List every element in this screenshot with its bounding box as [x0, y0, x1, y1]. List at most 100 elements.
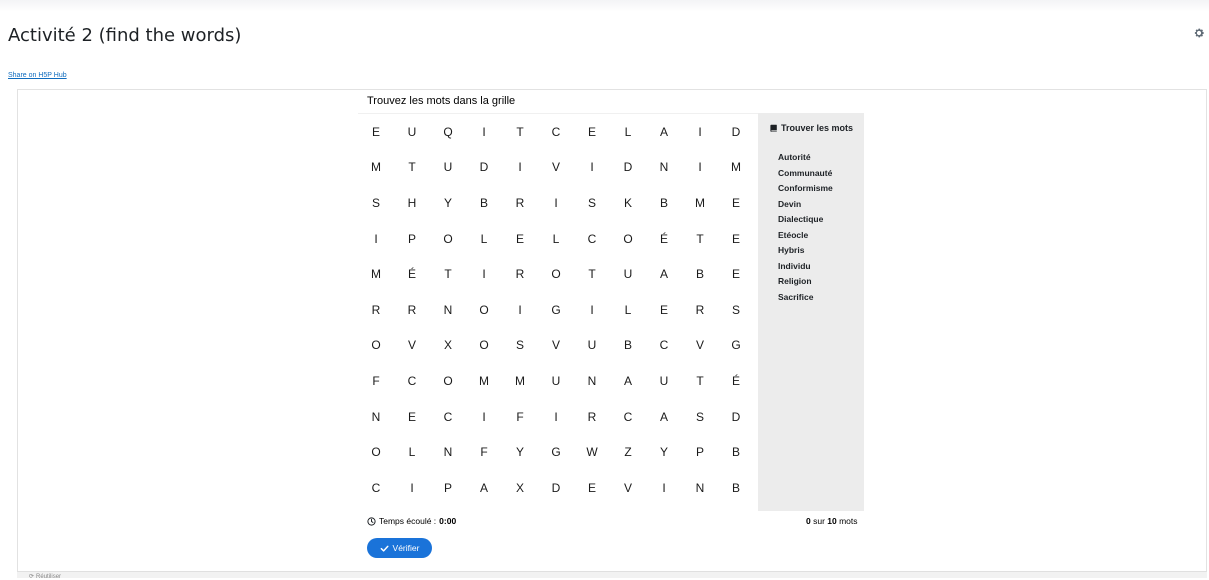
grid-cell[interactable]: C: [394, 363, 430, 399]
grid-cell[interactable]: N: [646, 150, 682, 186]
grid-cell[interactable]: P: [682, 434, 718, 470]
grid-cell[interactable]: R: [502, 185, 538, 221]
grid-cell[interactable]: T: [394, 150, 430, 186]
grid-cell[interactable]: A: [610, 363, 646, 399]
grid-cell[interactable]: O: [466, 328, 502, 364]
grid-cell[interactable]: E: [574, 470, 610, 506]
grid-cell[interactable]: E: [394, 399, 430, 435]
grid-cell[interactable]: B: [466, 185, 502, 221]
grid-cell[interactable]: N: [430, 434, 466, 470]
grid-cell[interactable]: Q: [430, 114, 466, 150]
grid-cell[interactable]: R: [358, 292, 394, 328]
grid-cell[interactable]: S: [574, 185, 610, 221]
grid-cell[interactable]: C: [610, 399, 646, 435]
grid-cell[interactable]: I: [466, 256, 502, 292]
grid-cell[interactable]: I: [466, 399, 502, 435]
grid-cell[interactable]: X: [430, 328, 466, 364]
grid-cell[interactable]: O: [610, 221, 646, 257]
grid-cell[interactable]: I: [538, 399, 574, 435]
grid-cell[interactable]: F: [502, 399, 538, 435]
grid-cell[interactable]: I: [646, 470, 682, 506]
grid-cell[interactable]: N: [430, 292, 466, 328]
grid-cell[interactable]: M: [358, 256, 394, 292]
grid-cell[interactable]: É: [646, 221, 682, 257]
grid-cell[interactable]: U: [610, 256, 646, 292]
grid-cell[interactable]: Y: [502, 434, 538, 470]
gear-icon[interactable]: [1193, 26, 1205, 38]
grid-cell[interactable]: B: [646, 185, 682, 221]
grid-cell[interactable]: C: [430, 399, 466, 435]
grid-cell[interactable]: A: [646, 399, 682, 435]
grid-cell[interactable]: N: [358, 399, 394, 435]
grid-cell[interactable]: U: [574, 328, 610, 364]
grid-cell[interactable]: I: [574, 150, 610, 186]
grid-cell[interactable]: R: [682, 292, 718, 328]
grid-cell[interactable]: I: [682, 150, 718, 186]
grid-cell[interactable]: L: [466, 221, 502, 257]
grid-cell[interactable]: U: [538, 363, 574, 399]
grid-cell[interactable]: V: [610, 470, 646, 506]
grid-cell[interactable]: V: [682, 328, 718, 364]
grid-cell[interactable]: L: [610, 292, 646, 328]
grid-cell[interactable]: L: [610, 114, 646, 150]
grid-cell[interactable]: V: [538, 328, 574, 364]
grid-cell[interactable]: E: [718, 221, 754, 257]
grid-cell[interactable]: O: [430, 221, 466, 257]
grid-cell[interactable]: N: [574, 363, 610, 399]
grid-cell[interactable]: É: [718, 363, 754, 399]
grid-cell[interactable]: P: [394, 221, 430, 257]
grid-cell[interactable]: D: [610, 150, 646, 186]
grid-cell[interactable]: I: [574, 292, 610, 328]
grid-cell[interactable]: Y: [430, 185, 466, 221]
grid-cell[interactable]: W: [574, 434, 610, 470]
grid-cell[interactable]: C: [538, 114, 574, 150]
grid-cell[interactable]: F: [358, 363, 394, 399]
grid-cell[interactable]: Y: [646, 434, 682, 470]
grid-cell[interactable]: U: [394, 114, 430, 150]
grid-cell[interactable]: B: [718, 470, 754, 506]
grid-cell[interactable]: E: [718, 256, 754, 292]
check-button[interactable]: Vérifier: [367, 538, 432, 558]
grid-cell[interactable]: T: [574, 256, 610, 292]
grid-cell[interactable]: T: [430, 256, 466, 292]
grid-cell[interactable]: I: [466, 114, 502, 150]
grid-cell[interactable]: C: [574, 221, 610, 257]
grid-cell[interactable]: G: [538, 434, 574, 470]
grid-cell[interactable]: U: [646, 363, 682, 399]
grid-cell[interactable]: M: [358, 150, 394, 186]
grid-cell[interactable]: G: [718, 328, 754, 364]
grid-cell[interactable]: I: [394, 470, 430, 506]
grid-cell[interactable]: M: [502, 363, 538, 399]
grid-cell[interactable]: K: [610, 185, 646, 221]
grid-cell[interactable]: Z: [610, 434, 646, 470]
grid-cell[interactable]: I: [502, 292, 538, 328]
reuse-action[interactable]: ⟳ Réutiliser: [29, 573, 61, 580]
grid-cell[interactable]: R: [394, 292, 430, 328]
grid-cell[interactable]: S: [502, 328, 538, 364]
share-on-hub-link[interactable]: Share on H5P Hub: [8, 72, 67, 79]
grid-cell[interactable]: I: [358, 221, 394, 257]
grid-cell[interactable]: É: [394, 256, 430, 292]
grid-cell[interactable]: G: [538, 292, 574, 328]
grid-cell[interactable]: I: [502, 150, 538, 186]
grid-cell[interactable]: U: [430, 150, 466, 186]
grid-cell[interactable]: S: [358, 185, 394, 221]
grid-cell[interactable]: A: [466, 470, 502, 506]
grid-cell[interactable]: A: [646, 256, 682, 292]
grid-cell[interactable]: N: [682, 470, 718, 506]
grid-cell[interactable]: L: [394, 434, 430, 470]
grid-cell[interactable]: T: [682, 363, 718, 399]
grid-cell[interactable]: V: [394, 328, 430, 364]
grid-cell[interactable]: A: [646, 114, 682, 150]
grid-cell[interactable]: F: [466, 434, 502, 470]
grid-cell[interactable]: V: [538, 150, 574, 186]
grid-cell[interactable]: I: [538, 185, 574, 221]
grid-cell[interactable]: O: [538, 256, 574, 292]
grid-cell[interactable]: O: [466, 292, 502, 328]
grid-cell[interactable]: E: [358, 114, 394, 150]
grid-cell[interactable]: I: [682, 114, 718, 150]
grid-cell[interactable]: M: [466, 363, 502, 399]
grid-cell[interactable]: B: [610, 328, 646, 364]
grid-cell[interactable]: E: [646, 292, 682, 328]
grid-cell[interactable]: E: [502, 221, 538, 257]
